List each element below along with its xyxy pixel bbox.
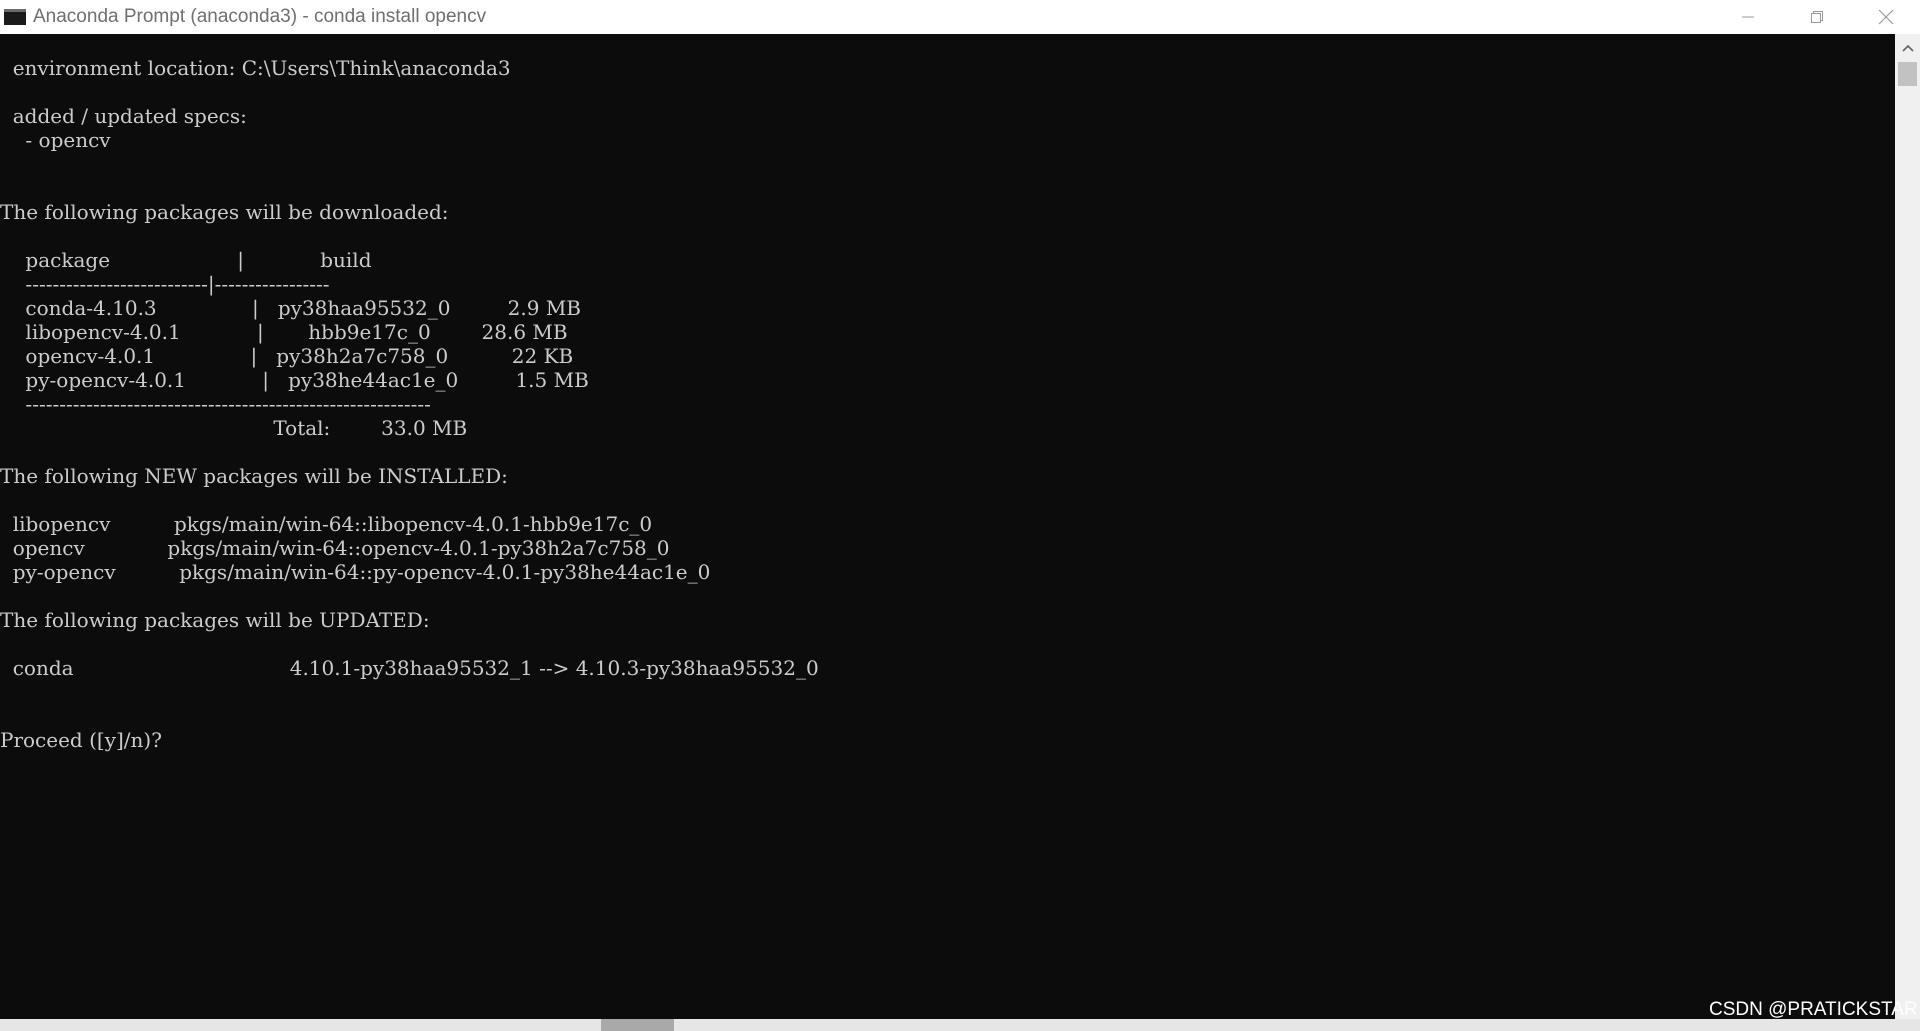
- chevron-up-icon: [1901, 44, 1914, 52]
- output-line: Total: 33.0 MB: [0, 416, 468, 440]
- output-line: The following packages will be UPDATED:: [0, 608, 430, 632]
- horizontal-scrollbar[interactable]: [0, 1019, 1920, 1031]
- output-line: package | build: [0, 248, 372, 272]
- scroll-up-button[interactable]: [1895, 34, 1920, 62]
- title-bar[interactable]: Anaconda Prompt (anaconda3) - conda inst…: [0, 0, 1920, 34]
- minimize-icon: [1741, 16, 1754, 18]
- output-line: - opencv: [0, 128, 111, 152]
- terminal-icon: [4, 9, 26, 25]
- output-line: opencv pkgs/main/win-64::opencv-4.0.1-py…: [0, 536, 670, 560]
- output-line: ----------------------------------------…: [0, 392, 431, 416]
- output-line: added / updated specs:: [0, 104, 247, 128]
- output-line: py-opencv pkgs/main/win-64::py-opencv-4.…: [0, 560, 711, 584]
- output-line: conda 4.10.1-py38haa95532_1 --> 4.10.3-p…: [0, 656, 819, 680]
- close-icon: [1878, 9, 1893, 25]
- prompt-line: Proceed ([y]/n)?: [0, 728, 162, 752]
- output-line: environment location: C:\Users\Think\ana…: [0, 56, 511, 80]
- output-line: libopencv-4.0.1 | hbb9e17c_0 28.6 MB: [0, 320, 568, 344]
- window-controls: [1713, 0, 1920, 34]
- output-line: opencv-4.0.1 | py38h2a7c758_0 22 KB: [0, 344, 574, 368]
- close-button[interactable]: [1851, 0, 1920, 34]
- output-line: py-opencv-4.0.1 | py38he44ac1e_0 1.5 MB: [0, 368, 589, 392]
- output-line: The following packages will be downloade…: [0, 200, 449, 224]
- output-line: The following NEW packages will be INSTA…: [0, 464, 508, 488]
- vertical-scrollbar[interactable]: [1895, 34, 1920, 1019]
- terminal-window: Anaconda Prompt (anaconda3) - conda inst…: [0, 0, 1920, 1031]
- output-line: libopencv pkgs/main/win-64::libopencv-4.…: [0, 512, 653, 536]
- output-line: conda-4.10.3 | py38haa95532_0 2.9 MB: [0, 296, 582, 320]
- vertical-scroll-thumb[interactable]: [1898, 62, 1917, 86]
- window-title: Anaconda Prompt (anaconda3) - conda inst…: [33, 6, 487, 27]
- watermark-text: CSDN @PRATICKSTAR: [1709, 999, 1918, 1020]
- terminal-output[interactable]: environment location: C:\Users\Think\ana…: [0, 34, 1895, 1019]
- restore-icon: [1810, 11, 1823, 23]
- restore-button[interactable]: [1782, 0, 1851, 34]
- horizontal-scroll-thumb[interactable]: [601, 1019, 674, 1031]
- minimize-button[interactable]: [1713, 0, 1782, 34]
- output-line: ---------------------------|------------…: [0, 272, 330, 296]
